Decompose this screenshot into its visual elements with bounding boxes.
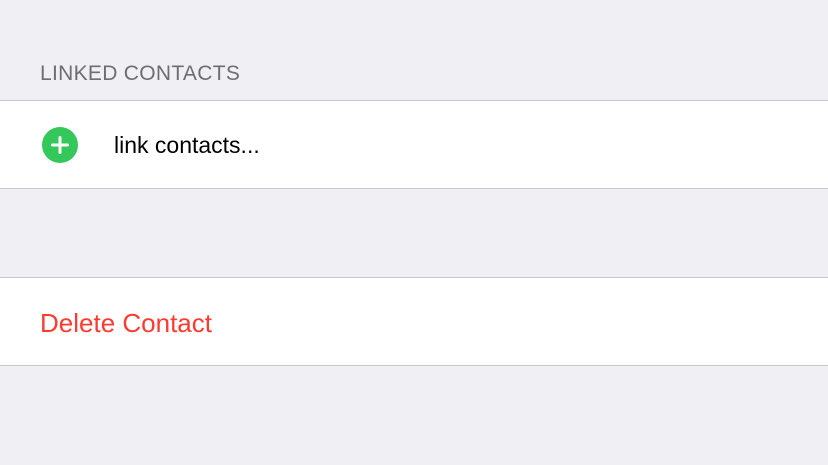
delete-contact-cell[interactable]: Delete Contact	[0, 277, 828, 366]
link-contacts-cell[interactable]: link contacts...	[0, 100, 828, 189]
link-contacts-label: link contacts...	[114, 132, 260, 158]
delete-contact-label: Delete Contact	[40, 308, 212, 338]
linked-contacts-header: LINKED CONTACTS	[40, 62, 241, 85]
add-icon[interactable]	[42, 127, 78, 163]
